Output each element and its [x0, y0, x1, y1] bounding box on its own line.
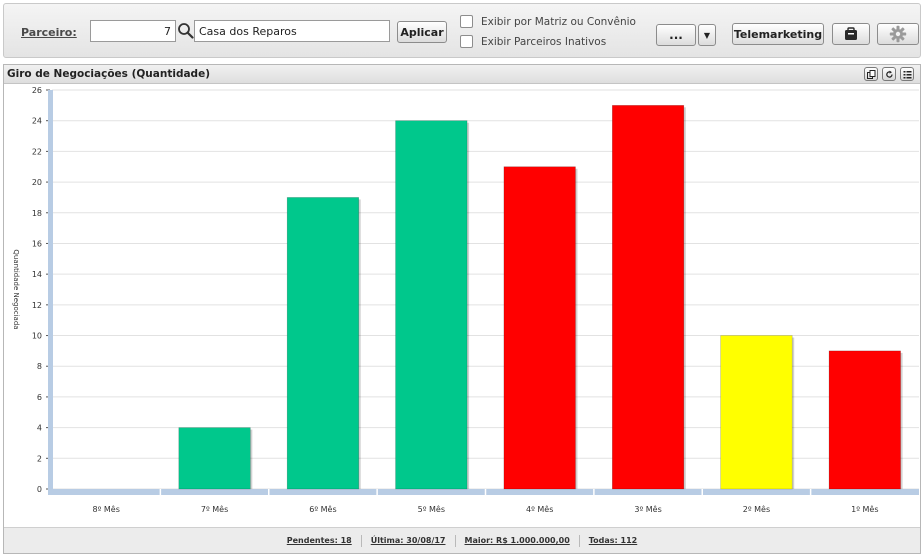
y-axis-label: Quantidade Negociada: [12, 249, 20, 329]
ultima-link[interactable]: Última: 30/08/17: [371, 536, 446, 545]
bar: [178, 427, 251, 490]
panel-title: Giro de Negociações (Quantidade): [7, 68, 210, 80]
y-tick-label: 18: [32, 209, 42, 218]
check-matriz-label[interactable]: Exibir por Matriz ou Convênio: [481, 16, 636, 28]
more-options-button[interactable]: ...: [656, 24, 696, 46]
app-window: Parceiro: Aplicar Exibir por Matriz ou C…: [0, 0, 924, 558]
y-tick-label: 4: [37, 424, 42, 433]
x-tick-label: 7º Mês: [201, 504, 228, 514]
y-tick-label: 10: [32, 332, 42, 341]
search-icon[interactable]: [177, 22, 194, 39]
y-tick-label: 0: [37, 485, 42, 494]
x-tick-label: 1º Mês: [851, 504, 878, 514]
tag-icon: [845, 26, 857, 40]
y-tick-label: 14: [32, 270, 42, 279]
check-inativos-row[interactable]: Exibir Parceiros Inativos: [460, 35, 606, 48]
footer-divider: [454, 534, 456, 547]
chart-footer: Pendentes: 18 Última: 30/08/17 Maior: R$…: [4, 527, 920, 553]
tag-button[interactable]: [832, 23, 870, 45]
settings-list-icon[interactable]: [900, 67, 914, 81]
todas-link[interactable]: Todas: 112: [589, 536, 637, 545]
bar: [395, 120, 468, 490]
x-tick-label: 5º Mês: [418, 504, 445, 514]
y-tick-label: 6: [37, 393, 42, 402]
panel-header: Giro de Negociações (Quantidade): [4, 65, 920, 84]
footer-divider: [360, 534, 362, 547]
bar: [503, 166, 576, 490]
y-tick-label: 24: [32, 117, 42, 126]
aplicar-button[interactable]: Aplicar: [397, 21, 447, 43]
check-inativos-label[interactable]: Exibir Parceiros Inativos: [481, 36, 606, 48]
y-tick-label: 2: [37, 454, 42, 463]
bar: [828, 350, 901, 490]
bar: [611, 105, 685, 490]
y-tick-label: 20: [32, 178, 42, 187]
x-tick-label: 3º Mês: [634, 504, 661, 514]
x-tick-label: 6º Mês: [309, 504, 336, 514]
parceiro-code-input[interactable]: [90, 20, 176, 42]
check-inativos-checkbox[interactable]: [460, 35, 473, 48]
bar: [286, 197, 360, 490]
y-axis-strip: [48, 90, 53, 495]
x-axis-strip: [48, 489, 919, 495]
bar-chart: 02468101214161820222426Quantidade Negoci…: [12, 86, 919, 514]
gear-icon: [889, 25, 907, 43]
y-tick-label: 26: [32, 86, 42, 95]
y-tick-label: 22: [32, 147, 42, 156]
x-tick-label: 8º Mês: [92, 504, 119, 514]
x-tick-label: 2º Mês: [743, 504, 770, 514]
bar: [720, 335, 793, 490]
parceiro-label[interactable]: Parceiro:: [21, 26, 77, 39]
y-tick-label: 12: [32, 301, 42, 310]
pendentes-link[interactable]: Pendentes: 18: [287, 536, 352, 545]
chart-panel: Giro de Negociações (Quantidade) 0 2 4 6 8 10…: [3, 64, 921, 554]
filter-toolbar: Parceiro: Aplicar Exibir por Matriz ou C…: [3, 3, 921, 58]
gear-button[interactable]: [877, 23, 919, 45]
y-tick-label: 8: [37, 362, 42, 371]
maior-link[interactable]: Maior: R$ 1.000.000,00: [465, 536, 570, 545]
chevron-down-icon[interactable]: ▼: [698, 24, 716, 46]
footer-divider: [578, 534, 580, 547]
y-tick-label: 16: [32, 239, 42, 248]
parceiro-name-input[interactable]: [194, 20, 390, 42]
telemarketing-button[interactable]: Telemarketing: [732, 23, 824, 45]
check-matriz-row[interactable]: Exibir por Matriz ou Convênio: [460, 15, 636, 28]
check-matriz-checkbox[interactable]: [460, 15, 473, 28]
copy-icon[interactable]: [864, 67, 878, 81]
refresh-icon[interactable]: [882, 67, 896, 81]
x-tick-label: 4º Mês: [526, 504, 553, 514]
